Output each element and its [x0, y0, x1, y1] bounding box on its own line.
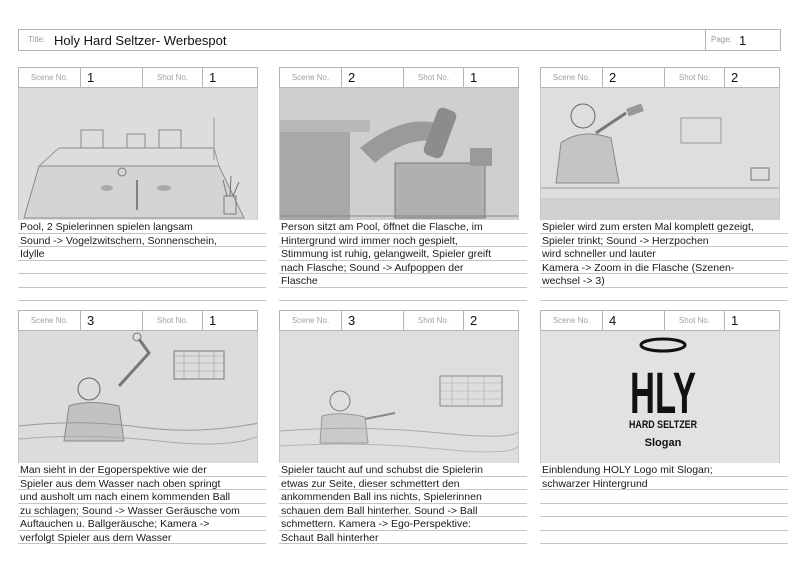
shot-number: 1: [209, 70, 217, 85]
description-line: schwarzer Hintergrund: [540, 477, 788, 490]
logo-slogan: Slogan: [645, 437, 682, 449]
scene-number: 2: [603, 68, 665, 87]
shot-label: Shot No.: [143, 311, 203, 330]
panel-description: Einblendung HOLY Logo mit Slogan; schwar…: [540, 463, 788, 544]
description-line: ankommenden Ball ins nichts, Spielerinne…: [279, 490, 527, 504]
scene-number: 3: [342, 311, 404, 330]
description-line: Kamera -> Zoom in die Flasche (Szenen-: [540, 261, 788, 274]
scene-number: 2: [342, 68, 404, 87]
shot-label: Shot No.: [665, 68, 725, 87]
shot-number: 2: [470, 313, 478, 328]
description-line: verfolgt Spieler aus dem Wasser: [18, 531, 266, 544]
panel-description: Pool, 2 Spielerinnen spielen langsam Sou…: [18, 220, 266, 301]
shot-number: 1: [209, 313, 217, 328]
scene-label: Scene No.: [19, 311, 81, 330]
title-divider: [705, 30, 706, 50]
page-label: Page:: [711, 35, 732, 44]
description-line: [540, 517, 788, 531]
shot-number: 1: [470, 70, 478, 85]
sketch-pool-scene: [18, 88, 258, 220]
shot-label: Shot No.: [143, 68, 203, 87]
description-line: Spieler aus dem Wasser nach oben springt: [18, 477, 266, 490]
sketch-player-push: [279, 331, 519, 463]
scene-number: 3: [81, 311, 143, 330]
scene-label: Scene No.: [541, 311, 603, 330]
description-line: nach Flasche; Sound -> Aufpoppen der: [279, 261, 527, 274]
description-line: wechsel -> 3): [540, 274, 788, 288]
title-bar: Title: Holy Hard Seltzer- Werbespot Page…: [18, 29, 781, 51]
sketch-player-jumping: [18, 331, 258, 463]
description-line: Person sitzt am Pool, öffnet die Flasche…: [279, 220, 527, 234]
description-line: [540, 504, 788, 517]
panel-description: Spieler taucht auf und schubst die Spiel…: [279, 463, 527, 544]
description-line: Idylle: [18, 247, 266, 261]
panel-description: Spieler wird zum ersten Mal komplett gez…: [540, 220, 788, 301]
description-line: zu schlagen; Sound -> Wasser Geräusche v…: [18, 504, 266, 517]
description-line: [540, 288, 788, 301]
description-line: Spieler taucht auf und schubst die Spiel…: [279, 463, 527, 477]
description-line: Pool, 2 Spielerinnen spielen langsam: [18, 220, 266, 234]
description-line: Sound -> Vogelzwitschern, Sonnenschein,: [18, 234, 266, 247]
panel-header: Scene No. 3 Shot No. 1: [18, 310, 258, 331]
panel-header: Scene No. 3 Shot No. 2: [279, 310, 519, 331]
description-line: Stimmung ist ruhig, gelangweilt, Spieler…: [279, 247, 527, 261]
description-line: etwas zur Seite, dieser schmettert den: [279, 477, 527, 490]
description-line: [540, 531, 788, 544]
description-line: Schaut Ball hinterher: [279, 531, 527, 544]
title-label: Title:: [28, 35, 46, 44]
panel-description: Man sieht in der Egoperspektive wie der …: [18, 463, 266, 544]
page-value: 1: [739, 33, 747, 48]
description-line: [18, 274, 266, 288]
description-line: Spieler wird zum ersten Mal komplett gez…: [540, 220, 788, 234]
description-line: schauen dem Ball hinterher. Sound -> Bal…: [279, 504, 527, 517]
description-line: Hintergrund wird immer noch gespielt,: [279, 234, 527, 247]
sketch-player-drinking: [540, 88, 780, 220]
scene-label: Scene No.: [280, 68, 342, 87]
description-line: [18, 288, 266, 301]
description-line: [279, 288, 527, 301]
description-line: [18, 261, 266, 274]
description-line: wird schneller und lauter: [540, 247, 788, 261]
description-line: Einblendung HOLY Logo mit Slogan;: [540, 463, 788, 477]
holy-logo-frame: HLY HARD SELTZER Slogan: [540, 331, 780, 463]
description-line: und ausholt um nach einem kommenden Ball: [18, 490, 266, 504]
shot-label: Shot No.: [404, 68, 464, 87]
description-line: schmettern. Kamera -> Ego-Perspektive:: [279, 517, 527, 531]
logo-sub: HARD SELTZER: [629, 419, 697, 431]
panel-description: Person sitzt am Pool, öffnet die Flasche…: [279, 220, 527, 301]
title-value: Holy Hard Seltzer- Werbespot: [54, 33, 227, 48]
shot-label: Shot No.: [665, 311, 725, 330]
description-line: Man sieht in der Egoperspektive wie der: [18, 463, 266, 477]
scene-number: 1: [81, 68, 143, 87]
description-line: Flasche: [279, 274, 527, 288]
scene-number: 4: [603, 311, 665, 330]
panel-header: Scene No. 2 Shot No. 2: [540, 67, 780, 88]
description-line: [540, 490, 788, 504]
shot-number: 1: [731, 313, 739, 328]
scene-label: Scene No.: [541, 68, 603, 87]
scene-label: Scene No.: [280, 311, 342, 330]
shot-number: 2: [731, 70, 739, 85]
sketch-bottle-opening: [279, 88, 519, 220]
scene-label: Scene No.: [19, 68, 81, 87]
logo-main: HLY: [630, 361, 696, 426]
description-line: Spieler trinkt; Sound -> Herzpochen: [540, 234, 788, 247]
panel-header: Scene No. 1 Shot No. 1: [18, 67, 258, 88]
panel-header: Scene No. 2 Shot No. 1: [279, 67, 519, 88]
shot-label: Shot No.: [404, 311, 464, 330]
description-line: Auftauchen u. Ballgeräusche; Kamera ->: [18, 517, 266, 531]
panel-header: Scene No. 4 Shot No. 1: [540, 310, 780, 331]
